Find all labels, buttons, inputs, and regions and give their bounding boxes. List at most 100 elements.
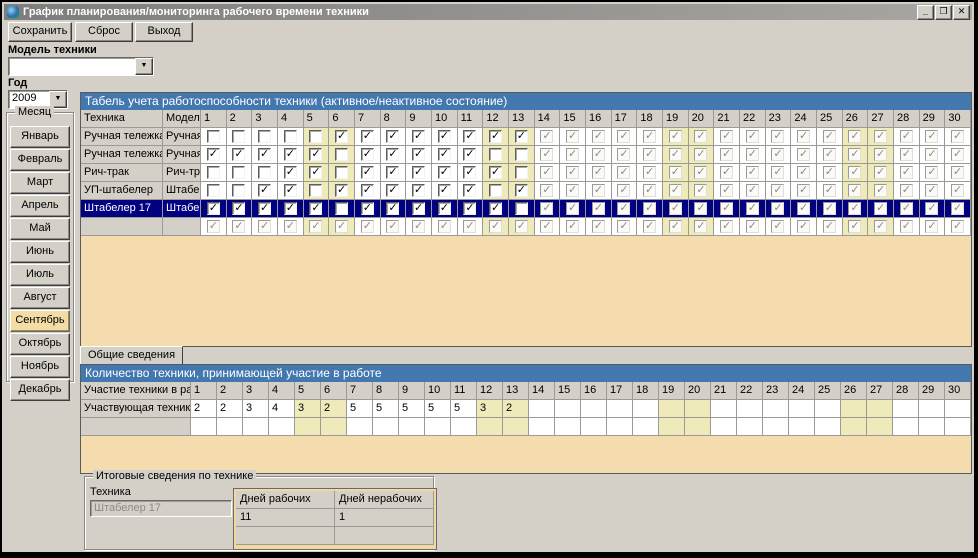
timesheet-row-tech[interactable]: Ручная тележка - 1 (81, 128, 163, 146)
day-checkbox[interactable]: ✓ (309, 148, 322, 161)
day-checkbox[interactable]: ✓ (335, 184, 348, 197)
day-checkbox[interactable]: ✓ (438, 202, 451, 215)
day-checkbox[interactable]: ✓ (463, 184, 476, 197)
day-checkbox[interactable]: ✓ (361, 202, 374, 215)
month-button-1[interactable]: Январь (10, 126, 70, 148)
month-button-11[interactable]: Ноябрь (10, 356, 70, 378)
minimize-icon[interactable]: _ (917, 5, 934, 20)
day-checkbox[interactable]: ✓ (361, 148, 374, 161)
day-checkbox[interactable]: ✓ (361, 184, 374, 197)
day-checkbox[interactable]: ✓ (463, 130, 476, 143)
day-checkbox[interactable] (309, 184, 322, 197)
day-checkbox[interactable] (232, 130, 245, 143)
day-checkbox[interactable] (515, 202, 528, 215)
day-checkbox[interactable]: ✓ (412, 202, 425, 215)
participation-empty-cell[interactable] (607, 418, 633, 436)
participation-value-cell[interactable] (867, 400, 893, 418)
day-checkbox[interactable]: ✓ (284, 184, 297, 197)
day-checkbox[interactable]: ✓ (489, 202, 502, 215)
participation-empty-cell[interactable] (425, 418, 451, 436)
participation-empty-cell[interactable] (737, 418, 763, 436)
participation-value-cell[interactable]: 2 (217, 400, 243, 418)
day-checkbox[interactable] (335, 202, 348, 215)
day-checkbox[interactable]: ✓ (463, 166, 476, 179)
participation-empty-cell[interactable] (685, 418, 711, 436)
participation-empty-cell[interactable] (295, 418, 321, 436)
participation-empty-cell[interactable] (477, 418, 503, 436)
day-checkbox[interactable]: ✓ (438, 166, 451, 179)
tab-general-info[interactable]: Общие сведения (80, 346, 183, 366)
day-checkbox[interactable]: ✓ (386, 202, 399, 215)
day-checkbox[interactable] (258, 166, 271, 179)
day-checkbox[interactable]: ✓ (232, 148, 245, 161)
day-checkbox[interactable]: ✓ (361, 130, 374, 143)
participation-value-cell[interactable]: 5 (399, 400, 425, 418)
day-checkbox[interactable]: ✓ (489, 166, 502, 179)
day-checkbox[interactable] (489, 184, 502, 197)
day-checkbox[interactable]: ✓ (463, 202, 476, 215)
day-checkbox[interactable]: ✓ (258, 184, 271, 197)
day-checkbox[interactable] (515, 148, 528, 161)
month-button-7[interactable]: Июль (10, 264, 70, 286)
participation-empty-cell[interactable] (841, 418, 867, 436)
participation-value-cell[interactable] (659, 400, 685, 418)
month-button-5[interactable]: Май (10, 218, 70, 240)
day-checkbox[interactable]: ✓ (438, 130, 451, 143)
day-checkbox[interactable]: ✓ (284, 202, 297, 215)
participation-value-cell[interactable] (815, 400, 841, 418)
day-checkbox[interactable]: ✓ (258, 202, 271, 215)
participation-value-cell[interactable] (893, 400, 919, 418)
participation-empty-cell[interactable] (555, 418, 581, 436)
month-button-2[interactable]: Февраль (10, 149, 70, 171)
participation-empty-cell[interactable] (711, 418, 737, 436)
participation-value-cell[interactable]: 5 (451, 400, 477, 418)
day-checkbox[interactable]: ✓ (207, 148, 220, 161)
day-checkbox[interactable]: ✓ (386, 130, 399, 143)
model-combobox[interactable]: ▼ (8, 57, 154, 76)
month-button-4[interactable]: Апрель (10, 195, 70, 217)
timesheet-row-tech[interactable]: Рич-трак (81, 164, 163, 182)
day-checkbox[interactable]: ✓ (309, 202, 322, 215)
participation-empty-cell[interactable] (919, 418, 945, 436)
participation-value-cell[interactable] (555, 400, 581, 418)
day-checkbox[interactable]: ✓ (258, 148, 271, 161)
day-checkbox[interactable]: ✓ (284, 166, 297, 179)
exit-button[interactable]: Выход (135, 22, 193, 42)
day-checkbox[interactable]: ✓ (335, 130, 348, 143)
month-button-6[interactable]: Июнь (10, 241, 70, 263)
participation-value-cell[interactable] (685, 400, 711, 418)
day-checkbox[interactable] (207, 184, 220, 197)
close-icon[interactable]: ✕ (953, 5, 970, 20)
day-checkbox[interactable] (232, 184, 245, 197)
month-button-9[interactable]: Сентябрь (10, 310, 70, 332)
participation-value-cell[interactable] (581, 400, 607, 418)
day-checkbox[interactable] (515, 166, 528, 179)
participation-empty-cell[interactable] (321, 418, 347, 436)
participation-value-cell[interactable] (945, 400, 971, 418)
participation-empty-cell[interactable] (191, 418, 217, 436)
day-checkbox[interactable] (207, 130, 220, 143)
day-checkbox[interactable]: ✓ (515, 184, 528, 197)
day-checkbox[interactable]: ✓ (463, 148, 476, 161)
participation-value-cell[interactable]: 5 (425, 400, 451, 418)
participation-value-cell[interactable]: 4 (269, 400, 295, 418)
timesheet-row-model[interactable]: Штабе... (163, 182, 201, 200)
participation-value-cell[interactable]: 2 (191, 400, 217, 418)
day-checkbox[interactable] (258, 130, 271, 143)
participation-value-cell[interactable] (737, 400, 763, 418)
participation-empty-cell[interactable] (269, 418, 295, 436)
day-checkbox[interactable] (309, 130, 322, 143)
participation-empty-cell[interactable] (763, 418, 789, 436)
day-checkbox[interactable]: ✓ (412, 148, 425, 161)
participation-empty-cell[interactable] (503, 418, 529, 436)
participation-value-cell[interactable] (841, 400, 867, 418)
participation-empty-cell[interactable] (347, 418, 373, 436)
day-checkbox[interactable] (335, 166, 348, 179)
participation-empty-cell[interactable] (633, 418, 659, 436)
month-button-8[interactable]: Август (10, 287, 70, 309)
participation-empty-cell[interactable] (243, 418, 269, 436)
day-checkbox[interactable] (284, 130, 297, 143)
timesheet-row-model[interactable]: Ручная... (163, 146, 201, 164)
day-checkbox[interactable]: ✓ (412, 130, 425, 143)
participation-value-cell[interactable] (633, 400, 659, 418)
